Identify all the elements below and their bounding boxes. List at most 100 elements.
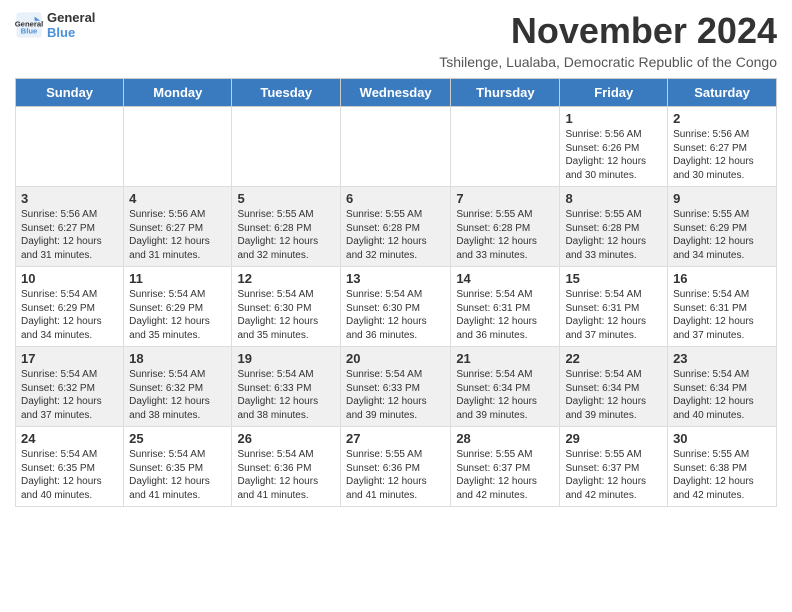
logo: General Blue General Blue bbox=[15, 10, 95, 40]
calendar-cell: 8Sunrise: 5:55 AM Sunset: 6:28 PM Daylig… bbox=[560, 187, 668, 267]
day-number: 23 bbox=[673, 351, 771, 366]
day-info: Sunrise: 5:56 AM Sunset: 6:26 PM Dayligh… bbox=[565, 128, 662, 182]
day-number: 26 bbox=[237, 431, 335, 446]
day-info: Sunrise: 5:55 AM Sunset: 6:38 PM Dayligh… bbox=[673, 448, 771, 502]
day-number: 5 bbox=[237, 191, 335, 206]
day-info: Sunrise: 5:54 AM Sunset: 6:36 PM Dayligh… bbox=[237, 448, 335, 502]
day-info: Sunrise: 5:55 AM Sunset: 6:29 PM Dayligh… bbox=[673, 208, 771, 262]
calendar-cell: 30 Sunrise: 5:55 AM Sunset: 6:38 PM Dayli… bbox=[668, 427, 777, 507]
day-info: Sunrise: 5:54 AM Sunset: 6:35 PM Dayligh… bbox=[129, 448, 226, 502]
calendar-cell: 29Sunrise: 5:55 AM Sunset: 6:37 PM Dayli… bbox=[560, 427, 668, 507]
day-info: Sunrise: 5:54 AM Sunset: 6:31 PM Dayligh… bbox=[456, 288, 554, 342]
col-thursday: Thursday bbox=[451, 79, 560, 107]
day-info: Sunrise: 5:55 AM Sunset: 6:37 PM Dayligh… bbox=[565, 448, 662, 502]
day-info: Sunrise: 5:54 AM Sunset: 6:32 PM Dayligh… bbox=[21, 368, 118, 422]
page-container: General Blue General Blue November 2024 … bbox=[0, 0, 792, 517]
calendar-cell: 16 Sunrise: 5:54 AM Sunset: 6:31 PM Dayli… bbox=[668, 267, 777, 347]
col-saturday: Saturday bbox=[668, 79, 777, 107]
calendar-week-1: 1 Sunrise: 5:56 AM Sunset: 6:26 PM Daylig… bbox=[16, 107, 777, 187]
calendar-cell bbox=[124, 107, 232, 187]
logo-line2: Blue bbox=[47, 25, 95, 40]
calendar-table: Sunday Monday Tuesday Wednesday Thursday… bbox=[15, 78, 777, 507]
calendar-week-3: 10 Sunrise: 5:54 AM Sunset: 6:29 PM Dayli… bbox=[16, 267, 777, 347]
calendar-week-4: 17 Sunrise: 5:54 AM Sunset: 6:32 PM Dayli… bbox=[16, 347, 777, 427]
day-number: 20 bbox=[346, 351, 445, 366]
day-info: Sunrise: 5:54 AM Sunset: 6:33 PM Dayligh… bbox=[237, 368, 335, 422]
col-friday: Friday bbox=[560, 79, 668, 107]
day-number: 15 bbox=[565, 271, 662, 286]
day-info: Sunrise: 5:55 AM Sunset: 6:28 PM Dayligh… bbox=[346, 208, 445, 262]
day-info: Sunrise: 5:56 AM Sunset: 6:27 PM Dayligh… bbox=[21, 208, 118, 262]
calendar-cell: 12 Sunrise: 5:54 AM Sunset: 6:30 PM Dayli… bbox=[232, 267, 341, 347]
day-number: 16 bbox=[673, 271, 771, 286]
day-number: 17 bbox=[21, 351, 118, 366]
day-info: Sunrise: 5:54 AM Sunset: 6:34 PM Dayligh… bbox=[456, 368, 554, 422]
day-number: 22 bbox=[565, 351, 662, 366]
logo-line1: General bbox=[47, 10, 95, 25]
calendar-cell bbox=[451, 107, 560, 187]
day-number: 3 bbox=[21, 191, 118, 206]
svg-text:Blue: Blue bbox=[21, 26, 38, 35]
month-title: November 2024 bbox=[439, 10, 777, 52]
calendar-cell: 2Sunrise: 5:56 AM Sunset: 6:27 PM Daylig… bbox=[668, 107, 777, 187]
day-number: 30 bbox=[673, 431, 771, 446]
day-number: 21 bbox=[456, 351, 554, 366]
day-info: Sunrise: 5:54 AM Sunset: 6:29 PM Dayligh… bbox=[129, 288, 226, 342]
calendar-cell: 3 Sunrise: 5:56 AM Sunset: 6:27 PM Daylig… bbox=[16, 187, 124, 267]
day-number: 28 bbox=[456, 431, 554, 446]
calendar-cell: 27 Sunrise: 5:55 AM Sunset: 6:36 PM Dayli… bbox=[341, 427, 451, 507]
day-info: Sunrise: 5:54 AM Sunset: 6:35 PM Dayligh… bbox=[21, 448, 118, 502]
day-number: 8 bbox=[565, 191, 662, 206]
day-info: Sunrise: 5:55 AM Sunset: 6:37 PM Dayligh… bbox=[456, 448, 554, 502]
calendar-week-2: 3 Sunrise: 5:56 AM Sunset: 6:27 PM Daylig… bbox=[16, 187, 777, 267]
calendar-cell: 7Sunrise: 5:55 AM Sunset: 6:28 PM Daylig… bbox=[451, 187, 560, 267]
title-block: November 2024 Tshilenge, Lualaba, Democr… bbox=[439, 10, 777, 70]
day-info: Sunrise: 5:54 AM Sunset: 6:31 PM Dayligh… bbox=[565, 288, 662, 342]
day-number: 25 bbox=[129, 431, 226, 446]
calendar-cell: 25 Sunrise: 5:54 AM Sunset: 6:35 PM Dayli… bbox=[124, 427, 232, 507]
calendar-cell: 18 Sunrise: 5:54 AM Sunset: 6:32 PM Dayli… bbox=[124, 347, 232, 427]
calendar-cell: 14 Sunrise: 5:54 AM Sunset: 6:31 PM Dayli… bbox=[451, 267, 560, 347]
day-number: 24 bbox=[21, 431, 118, 446]
col-tuesday: Tuesday bbox=[232, 79, 341, 107]
calendar-cell: 15 Sunrise: 5:54 AM Sunset: 6:31 PM Dayli… bbox=[560, 267, 668, 347]
day-info: Sunrise: 5:54 AM Sunset: 6:34 PM Dayligh… bbox=[673, 368, 771, 422]
calendar-cell bbox=[16, 107, 124, 187]
col-wednesday: Wednesday bbox=[341, 79, 451, 107]
calendar-cell: 17 Sunrise: 5:54 AM Sunset: 6:32 PM Dayli… bbox=[16, 347, 124, 427]
day-info: Sunrise: 5:54 AM Sunset: 6:30 PM Dayligh… bbox=[346, 288, 445, 342]
day-info: Sunrise: 5:54 AM Sunset: 6:32 PM Dayligh… bbox=[129, 368, 226, 422]
calendar-cell: 1 Sunrise: 5:56 AM Sunset: 6:26 PM Daylig… bbox=[560, 107, 668, 187]
day-info: Sunrise: 5:55 AM Sunset: 6:28 PM Dayligh… bbox=[237, 208, 335, 262]
day-info: Sunrise: 5:55 AM Sunset: 6:36 PM Dayligh… bbox=[346, 448, 445, 502]
day-number: 9 bbox=[673, 191, 771, 206]
day-info: Sunrise: 5:54 AM Sunset: 6:33 PM Dayligh… bbox=[346, 368, 445, 422]
day-number: 2 bbox=[673, 111, 771, 126]
day-info: Sunrise: 5:54 AM Sunset: 6:31 PM Dayligh… bbox=[673, 288, 771, 342]
calendar-cell bbox=[232, 107, 341, 187]
day-number: 14 bbox=[456, 271, 554, 286]
day-number: 4 bbox=[129, 191, 226, 206]
day-number: 18 bbox=[129, 351, 226, 366]
logo-icon: General Blue bbox=[15, 11, 43, 39]
day-info: Sunrise: 5:56 AM Sunset: 6:27 PM Dayligh… bbox=[129, 208, 226, 262]
calendar-cell: 26 Sunrise: 5:54 AM Sunset: 6:36 PM Dayli… bbox=[232, 427, 341, 507]
calendar-cell: 9 Sunrise: 5:55 AM Sunset: 6:29 PM Daylig… bbox=[668, 187, 777, 267]
calendar-week-5: 24 Sunrise: 5:54 AM Sunset: 6:35 PM Dayli… bbox=[16, 427, 777, 507]
day-number: 10 bbox=[21, 271, 118, 286]
calendar-cell: 10Sunrise: 5:54 AM Sunset: 6:29 PM Dayli… bbox=[16, 267, 124, 347]
calendar-cell: 28 Sunrise: 5:55 AM Sunset: 6:37 PM Dayli… bbox=[451, 427, 560, 507]
day-number: 27 bbox=[346, 431, 445, 446]
day-number: 7 bbox=[456, 191, 554, 206]
day-number: 1 bbox=[565, 111, 662, 126]
day-number: 12 bbox=[237, 271, 335, 286]
calendar-cell: 21 Sunrise: 5:54 AM Sunset: 6:34 PM Dayli… bbox=[451, 347, 560, 427]
calendar-cell: 24 Sunrise: 5:54 AM Sunset: 6:35 PM Dayli… bbox=[16, 427, 124, 507]
col-monday: Monday bbox=[124, 79, 232, 107]
calendar-cell bbox=[341, 107, 451, 187]
calendar-cell: 22Sunrise: 5:54 AM Sunset: 6:34 PM Dayli… bbox=[560, 347, 668, 427]
calendar-cell: 23 Sunrise: 5:54 AM Sunset: 6:34 PM Dayli… bbox=[668, 347, 777, 427]
calendar-cell: 13Sunrise: 5:54 AM Sunset: 6:30 PM Dayli… bbox=[341, 267, 451, 347]
day-info: Sunrise: 5:54 AM Sunset: 6:30 PM Dayligh… bbox=[237, 288, 335, 342]
header-row-days: Sunday Monday Tuesday Wednesday Thursday… bbox=[16, 79, 777, 107]
